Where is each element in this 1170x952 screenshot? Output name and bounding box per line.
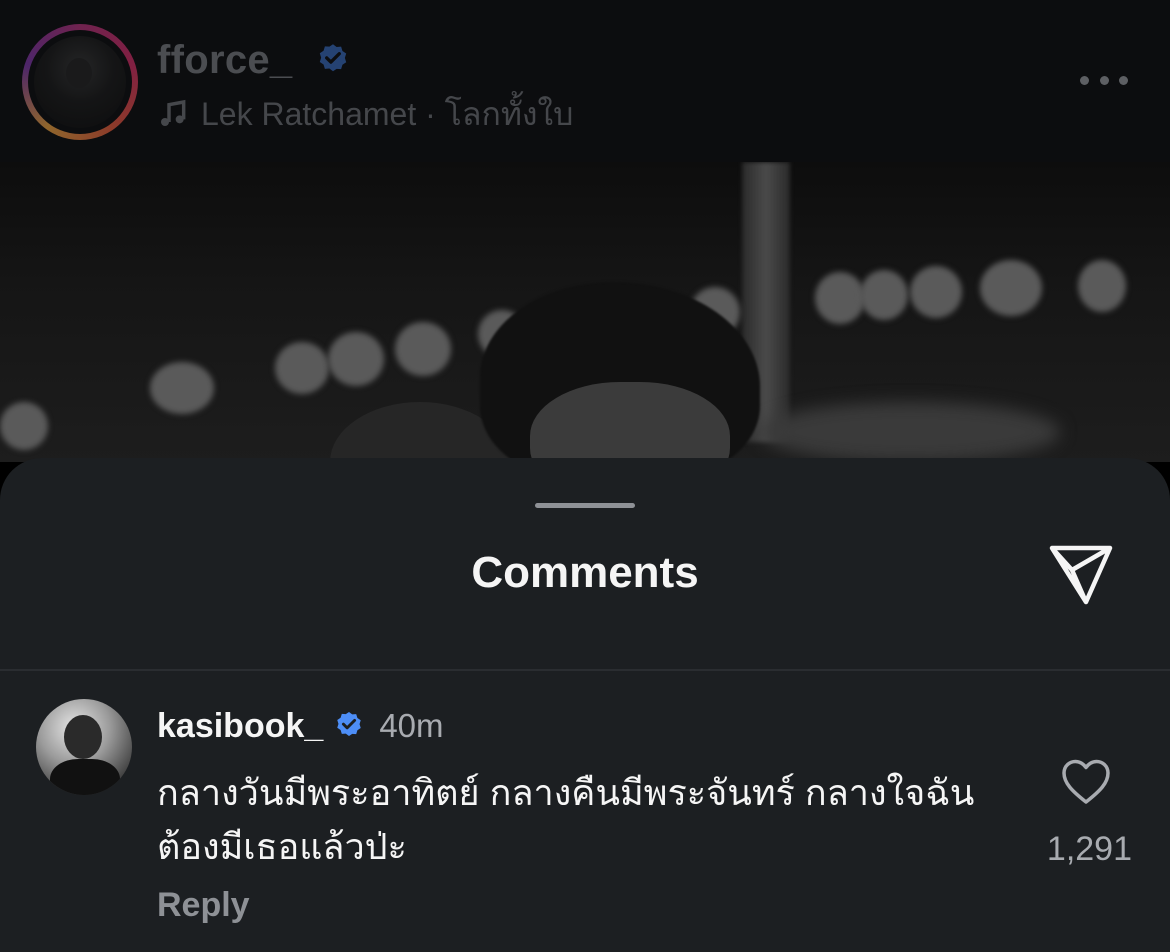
comment-author-username[interactable]: kasibook_ — [157, 707, 323, 746]
heart-outline-icon[interactable] — [1060, 758, 1112, 806]
like-count: 1,291 — [1046, 830, 1132, 868]
comment-author-avatar[interactable] — [36, 699, 132, 795]
music-label: Lek Ratchamet · โลกทั้งใบ — [201, 95, 574, 132]
sheet-divider — [0, 669, 1170, 671]
post-header: fforce_ Lek Ratchamet · โลกทั้งใบ — [0, 0, 1170, 162]
verified-badge-icon — [319, 44, 347, 72]
sheet-drag-handle[interactable] — [535, 503, 635, 508]
comment-header: kasibook_ 40m — [157, 706, 444, 746]
verified-badge-icon — [337, 712, 362, 736]
post-music-info[interactable]: Lek Ratchamet · โลกทั้งใบ — [157, 94, 573, 134]
sheet-title: Comments — [471, 548, 699, 597]
comment-text: กลางวันมีพระอาทิตย์ กลางคืนมีพระจันทร์ ก… — [157, 772, 975, 867]
more-options-icon[interactable] — [1080, 66, 1128, 94]
comment-timestamp: 40m — [379, 707, 444, 744]
post-author-avatar[interactable] — [22, 24, 138, 140]
paper-plane-icon[interactable] — [1046, 544, 1116, 606]
post-author-username[interactable]: fforce_ — [157, 38, 292, 83]
post-image — [0, 162, 1170, 462]
reply-button[interactable]: Reply — [157, 886, 250, 925]
music-note-icon — [161, 99, 186, 126]
comments-sheet: Comments kasibook_ 40m กลางวันมีพระอาทิต… — [0, 458, 1170, 952]
